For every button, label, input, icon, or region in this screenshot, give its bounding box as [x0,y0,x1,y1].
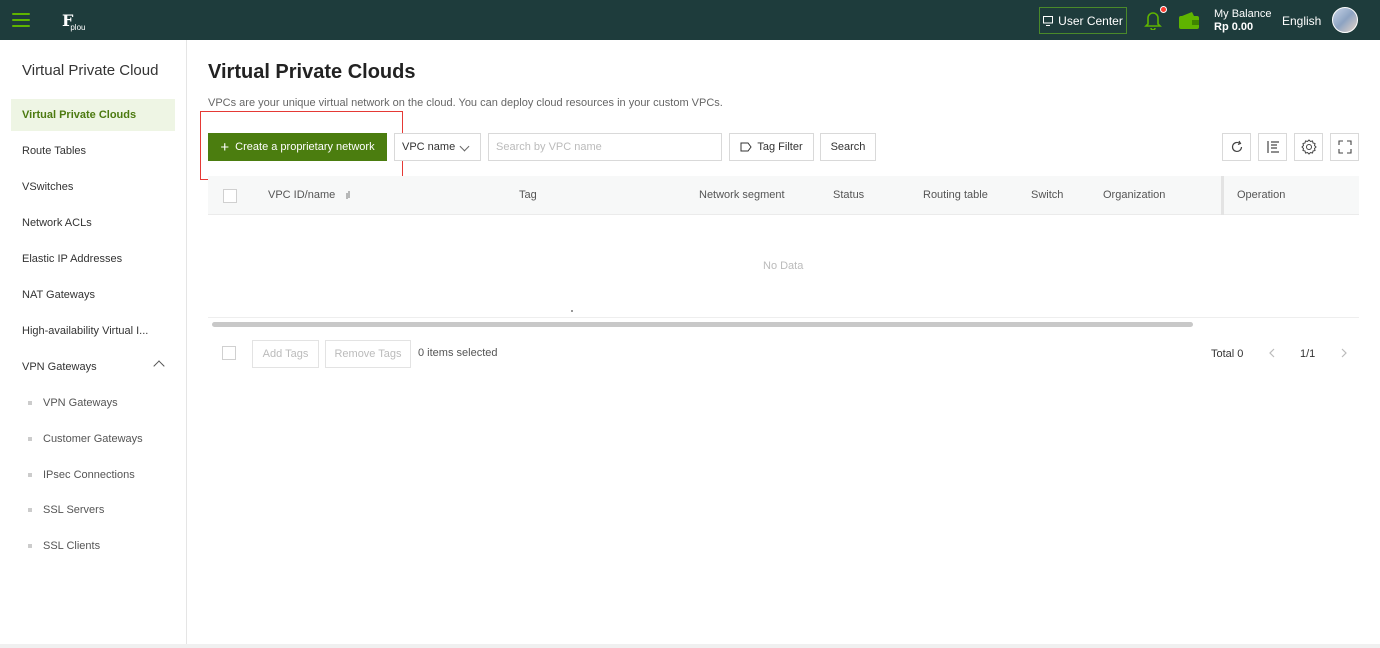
column-label: VPC ID/name [268,189,336,201]
column-header-operation: Operation [1237,189,1286,201]
column-divider [1221,176,1224,215]
user-center-button[interactable]: User Center [1039,7,1127,34]
page-indicator: 1/1 [1300,348,1316,360]
tag-icon [740,142,752,152]
horizontal-scrollbar[interactable] [212,322,1193,327]
footer-select-checkbox[interactable] [222,346,236,360]
user-center-label: User Center [1058,13,1123,28]
sidebar-subitem-ipsec-connections[interactable]: IPsec Connections [11,459,175,491]
gear-icon [1300,139,1317,155]
sidebar-item-label: VPN Gateways [22,361,97,373]
sidebar-item-vswitches[interactable]: VSwitches [11,171,175,203]
column-header-switch: Switch [1031,189,1064,201]
fullscreen-button[interactable] [1330,133,1359,161]
column-header-routing-table: Routing table [923,189,988,201]
chevron-up-icon [153,360,165,372]
divider [208,317,1359,318]
menu-icon[interactable] [12,13,30,27]
column-header-tag: Tag [519,189,537,201]
sidebar-item-nat-gateways[interactable]: NAT Gateways [11,279,175,311]
top-bar: Fplou User Center My Balance Rp 0.00 Eng… [0,0,1380,40]
column-header-vpc-id[interactable]: VPC ID/name [268,189,352,201]
sidebar-item-vpn-gateways-group[interactable]: VPN Gateways [11,351,175,383]
column-header-network-segment: Network segment [699,189,785,201]
sidebar-item-virtual-private-clouds[interactable]: Virtual Private Clouds [11,99,175,131]
refresh-icon [1231,140,1242,153]
notification-badge [1160,6,1167,13]
sort-icon[interactable] [344,190,352,200]
chevron-left-icon[interactable] [1265,346,1279,360]
chevron-right-icon[interactable] [1337,346,1351,360]
settings-button[interactable] [1294,133,1323,161]
remove-tags-button[interactable]: Remove Tags [325,340,411,368]
language-switch[interactable]: English [1282,14,1321,28]
loading-dot [571,310,573,312]
list-settings-icon [1266,141,1279,153]
balance[interactable]: My Balance Rp 0.00 [1214,8,1271,34]
sidebar-item-route-tables[interactable]: Route Tables [11,135,175,167]
avatar[interactable] [1332,7,1358,33]
page-title: Virtual Private Clouds [208,61,416,83]
sidebar-subitem-vpn-gateways[interactable]: VPN Gateways [11,387,175,419]
chevron-down-icon [459,141,470,152]
select-all-checkbox[interactable] [223,189,237,203]
bell-icon[interactable] [1144,10,1162,30]
sidebar-title: Virtual Private Cloud [22,62,159,79]
bottom-strip [0,644,1380,648]
total-count: Total 0 [1211,348,1244,360]
selected-count: 0 items selected [418,347,498,359]
balance-label: My Balance [1214,8,1272,20]
monitor-icon [1043,15,1054,26]
create-network-label: Create a proprietary network [235,141,375,153]
tag-filter-button[interactable]: Tag Filter [729,133,814,161]
empty-state-text: No Data [763,260,804,272]
balance-amount: Rp 0.00 [1214,21,1254,33]
column-header-status: Status [833,189,865,201]
search-button[interactable]: Search [820,133,876,161]
sidebar-subitem-customer-gateways[interactable]: Customer Gateways [11,423,175,455]
search-input[interactable] [488,133,722,161]
column-settings-button[interactable] [1258,133,1287,161]
logo[interactable]: Fplou [62,11,88,32]
add-tags-button[interactable]: Add Tags [252,340,319,368]
filter-field-select[interactable]: VPC name [394,133,481,161]
column-header-organization: Organization [1103,189,1166,201]
sidebar-item-network-acls[interactable]: Network ACLs [11,207,175,239]
sidebar-item-high-availability-virtual-ip[interactable]: High-availability Virtual I... [11,315,175,347]
wallet-icon[interactable] [1178,11,1200,30]
sidebar-subitem-ssl-clients[interactable]: SSL Clients [11,530,175,562]
sidebar-subitem-ssl-servers[interactable]: SSL Servers [11,494,175,526]
expand-icon [1337,140,1352,154]
tag-filter-label: Tag Filter [757,141,803,153]
create-network-button[interactable]: + Create a proprietary network [208,133,387,161]
filter-field-value: VPC name [402,141,456,153]
page-description: VPCs are your unique virtual network on … [208,97,723,109]
sidebar: Virtual Private Cloud Virtual Private Cl… [0,40,187,644]
refresh-button[interactable] [1222,133,1251,161]
plus-icon: + [220,138,230,156]
table-header: VPC ID/name Tag Network segment Status R… [208,176,1359,215]
sidebar-item-elastic-ip-addresses[interactable]: Elastic IP Addresses [11,243,175,275]
